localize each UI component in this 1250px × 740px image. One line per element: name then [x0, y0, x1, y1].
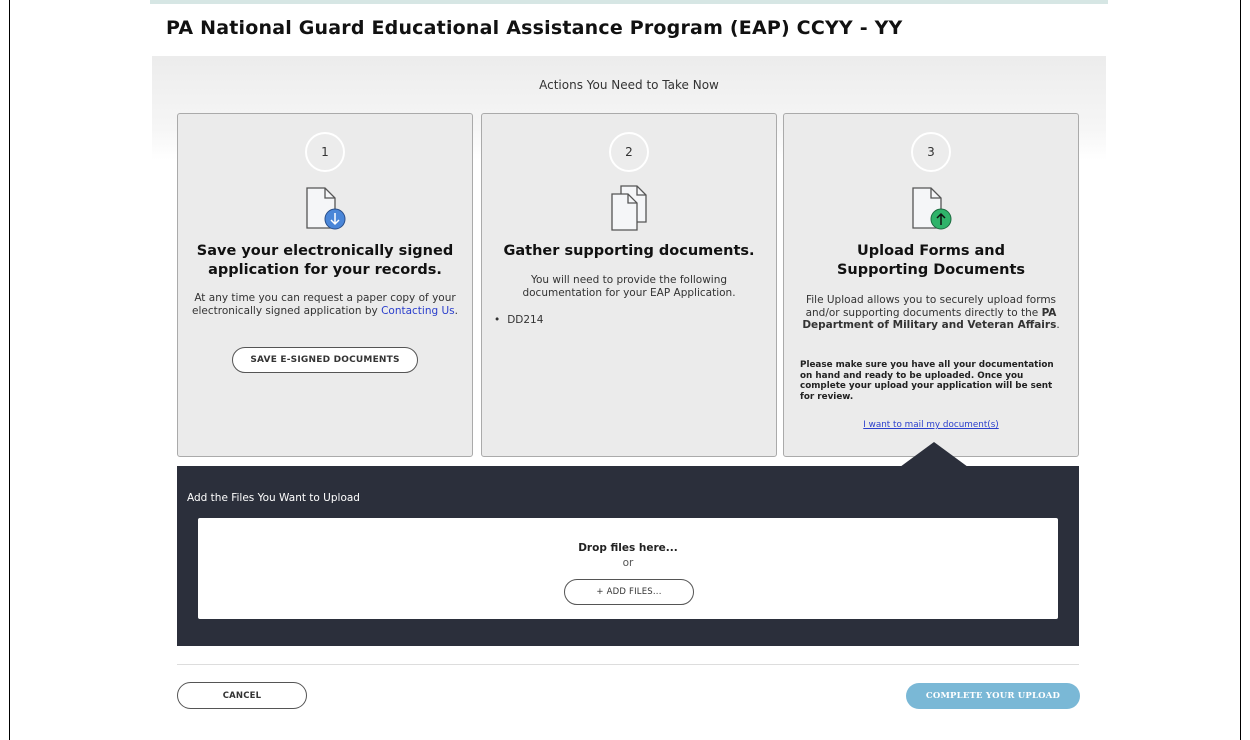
document-download-icon — [306, 187, 346, 230]
card-description-period: . — [1056, 319, 1060, 331]
footer-divider — [177, 664, 1079, 665]
document-upload-icon — [912, 187, 952, 230]
save-e-signed-documents-button[interactable]: SAVE E-SIGNED DOCUMENTS — [232, 347, 418, 373]
contacting-us-link[interactable]: Contacting Us — [381, 305, 455, 317]
list-item: DD214 — [494, 314, 543, 326]
step-card-save: 1 Save your electronically signed applic… — [177, 113, 473, 457]
or-text: or — [622, 557, 634, 569]
upload-heading: Add the Files You Want to Upload — [187, 492, 360, 504]
step-card-gather: 2 Gather supporting documents. You will … — [481, 113, 777, 457]
step-card-upload: 3 Upload Forms and Supporting Documents … — [783, 113, 1079, 457]
card-description: File Upload allows you to securely uploa… — [798, 294, 1064, 332]
step-number-circle: 3 — [911, 132, 951, 172]
complete-upload-button[interactable]: COMPLETE YOUR UPLOAD — [906, 683, 1080, 709]
card-description-text: File Upload allows you to securely uploa… — [805, 294, 1057, 319]
card-description: At any time you can request a paper copy… — [192, 292, 458, 317]
cancel-button[interactable]: CANCEL — [177, 682, 307, 709]
required-documents-list: DD214 — [494, 314, 543, 326]
page-title: PA National Guard Educational Assistance… — [166, 17, 903, 39]
card-description: You will need to provide the following d… — [522, 274, 736, 299]
panel-pointer — [900, 442, 968, 467]
top-accent-line — [150, 0, 1108, 4]
actions-heading: Actions You Need to Take Now — [539, 78, 719, 92]
card-title: Save your electronically signed applicat… — [196, 243, 454, 278]
card-title: Gather supporting documents. — [503, 243, 755, 259]
mail-documents-link[interactable]: I want to mail my document(s) — [784, 420, 1078, 430]
drop-files-text: Drop files here... — [578, 542, 678, 554]
documents-stack-icon — [611, 185, 647, 231]
step-number-circle: 1 — [305, 132, 345, 172]
card-title: Upload Forms and Supporting Documents — [836, 243, 1026, 278]
step-number-circle: 2 — [609, 132, 649, 172]
add-files-button[interactable]: + ADD FILES... — [564, 579, 694, 605]
file-upload-panel: Add the Files You Want to Upload Drop fi… — [177, 466, 1079, 646]
upload-note: Please make sure you have all your docum… — [800, 360, 1054, 402]
card-description-period: . — [454, 304, 458, 317]
file-drop-zone[interactable]: Drop files here... or + ADD FILES... — [198, 518, 1058, 619]
